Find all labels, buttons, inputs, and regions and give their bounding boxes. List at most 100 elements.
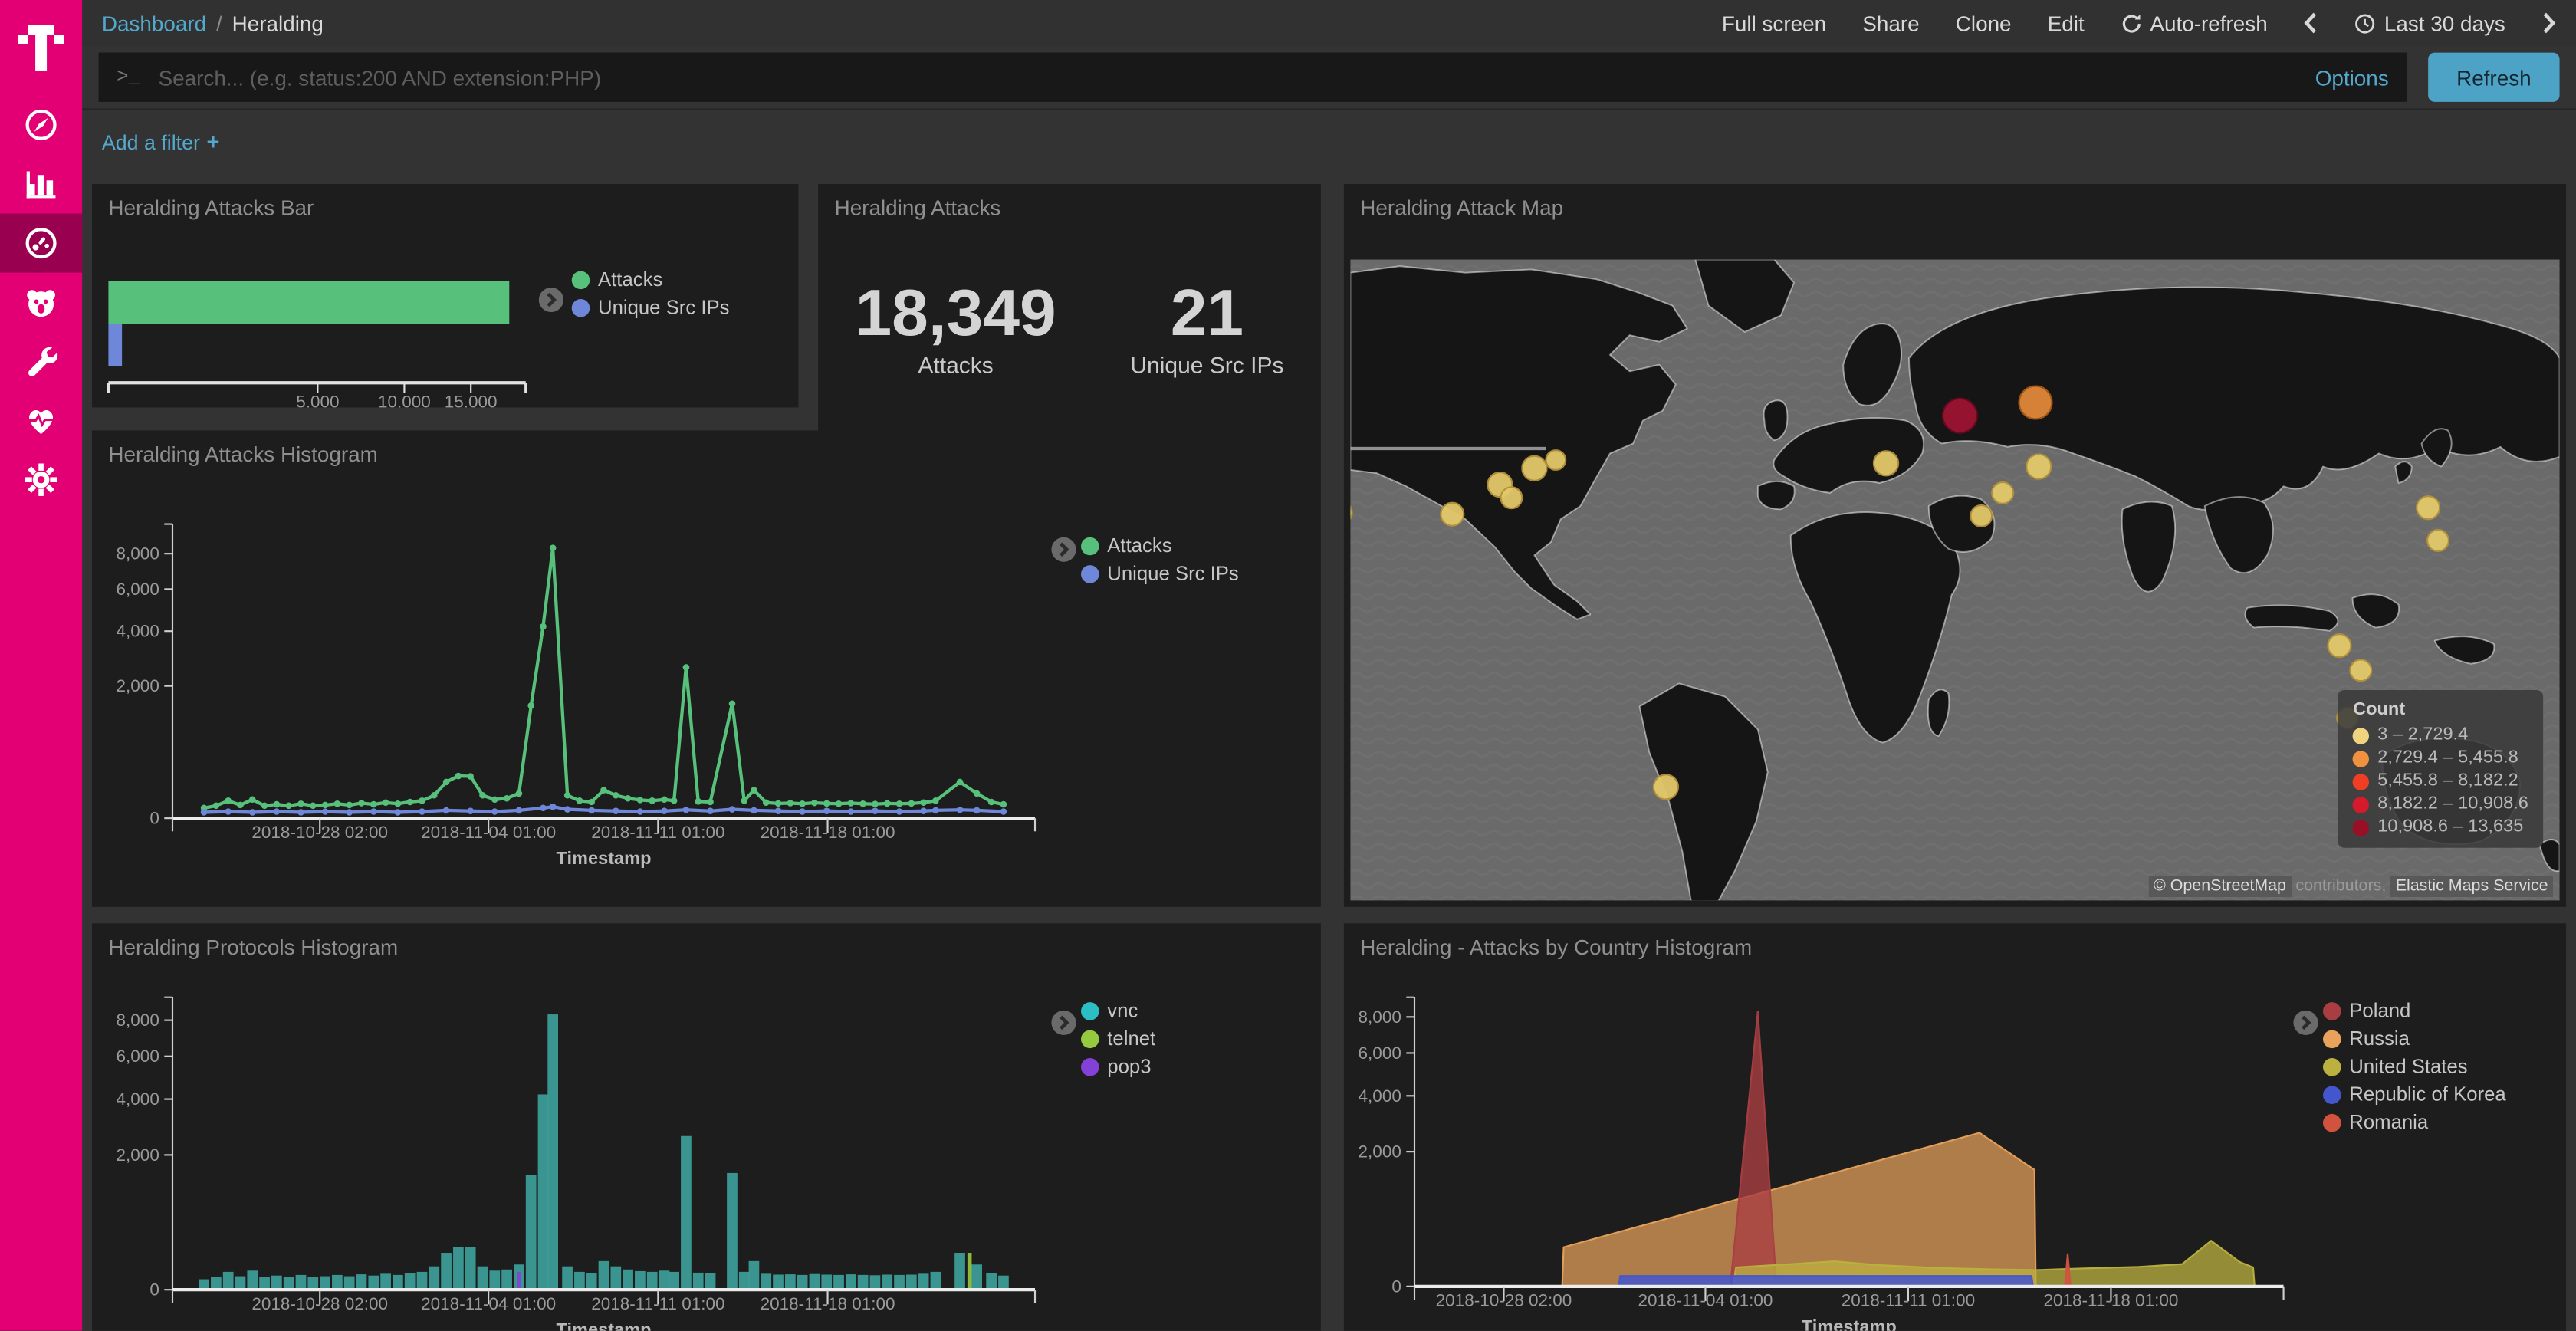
legend-item-attacks[interactable]: Attacks — [1081, 536, 1239, 556]
bar-vnc[interactable] — [986, 1273, 997, 1290]
bar-vnc[interactable] — [368, 1276, 379, 1290]
bar-vnc[interactable] — [429, 1267, 439, 1290]
attack-location-dot[interactable] — [1992, 481, 2015, 504]
sidebar-item-discover[interactable] — [0, 95, 82, 154]
bar-telnet[interactable] — [968, 1253, 972, 1290]
legend-item-poland[interactable]: Poland — [2323, 1001, 2506, 1020]
bar-vnc[interactable] — [489, 1270, 500, 1290]
bar-vnc[interactable] — [623, 1270, 633, 1290]
legend-item-attacks[interactable]: Attacks — [572, 269, 730, 289]
bar-vnc[interactable] — [526, 1175, 537, 1290]
bar-vnc[interactable] — [235, 1277, 246, 1290]
bar-vnc[interactable] — [332, 1275, 343, 1290]
auto-refresh-button[interactable]: Auto-refresh — [2121, 11, 2268, 35]
share-button[interactable]: Share — [1862, 11, 1919, 35]
sidebar-item-bear[interactable] — [0, 273, 82, 332]
search-field[interactable]: >_ Options — [99, 53, 2407, 102]
add-filter-link[interactable]: Add a filter+ — [102, 129, 220, 153]
attacks-histogram-chart[interactable]: 02,0004,0006,0008,0002018-10-28 02:00201… — [92, 430, 1321, 906]
legend-toggle-button[interactable] — [1051, 537, 1076, 562]
bar-vnc[interactable] — [380, 1273, 391, 1290]
protocols-histogram-chart[interactable]: 02,0004,0006,0008,0002018-10-28 02:00201… — [92, 923, 1321, 1330]
attack-location-dot[interactable] — [2350, 659, 2373, 682]
bar-vnc[interactable] — [393, 1275, 403, 1290]
attack-location-dot[interactable] — [1942, 397, 1978, 433]
attack-location-dot[interactable] — [1970, 504, 1993, 527]
bar-vnc[interactable] — [727, 1173, 738, 1290]
sidebar-item-visualize[interactable] — [0, 154, 82, 213]
legend-toggle-button[interactable] — [539, 288, 564, 312]
breadcrumb-dashboard-link[interactable]: Dashboard — [102, 11, 206, 35]
attack-location-dot[interactable] — [2327, 633, 2351, 658]
attack-location-dot[interactable] — [1546, 449, 1567, 471]
bar-vnc[interactable] — [882, 1274, 892, 1290]
bar-vnc[interactable] — [647, 1272, 658, 1290]
t-mobile-logo[interactable] — [0, 0, 82, 95]
legend-item-telnet[interactable]: telnet — [1081, 1028, 1155, 1048]
attribution-link[interactable]: © OpenStreetMap — [2149, 876, 2292, 897]
bar-vnc[interactable] — [761, 1273, 771, 1290]
edit-button[interactable]: Edit — [2048, 11, 2085, 35]
bar-vnc[interactable] — [659, 1270, 670, 1290]
attribution-link[interactable]: Elastic Maps Service — [2390, 876, 2553, 897]
bar-vnc[interactable] — [998, 1276, 1009, 1290]
bar-vnc[interactable] — [211, 1277, 222, 1290]
attack-location-dot[interactable] — [1440, 502, 1464, 527]
legend-item-russia[interactable]: Russia — [2323, 1028, 2506, 1048]
bar-vnc[interactable] — [846, 1274, 856, 1290]
bar-vnc[interactable] — [599, 1261, 610, 1290]
bar-vnc[interactable] — [296, 1275, 307, 1290]
bar-vnc[interactable] — [259, 1277, 270, 1290]
bar-vnc[interactable] — [586, 1273, 597, 1290]
bar-vnc[interactable] — [478, 1267, 488, 1290]
refresh-button[interactable]: Refresh — [2428, 53, 2559, 102]
legend-item-republic-of-korea[interactable]: Republic of Korea — [2323, 1084, 2506, 1104]
sidebar-item-dev-tools[interactable] — [0, 332, 82, 391]
bar-vnc[interactable] — [441, 1253, 452, 1290]
attack-location-dot[interactable] — [1521, 455, 1547, 481]
bar-vnc[interactable] — [821, 1274, 832, 1290]
bar-vnc[interactable] — [858, 1275, 869, 1290]
bar-vnc[interactable] — [574, 1272, 585, 1290]
sidebar-item-monitoring[interactable] — [0, 391, 82, 450]
hbar-attacks[interactable] — [108, 281, 509, 324]
sidebar-item-management[interactable] — [0, 450, 82, 509]
bar-vnc[interactable] — [785, 1274, 796, 1290]
legend-toggle-button[interactable] — [1051, 1011, 1076, 1035]
legend-item-unique-src-ips[interactable]: Unique Src IPs — [572, 297, 730, 317]
bar-vnc[interactable] — [693, 1273, 704, 1290]
time-range-prev-button[interactable] — [2304, 12, 2318, 35]
hbar-unique-src-ips[interactable] — [108, 324, 122, 366]
bar-vnc[interactable] — [562, 1267, 573, 1290]
bar-vnc[interactable] — [955, 1253, 965, 1290]
attack-location-dot[interactable] — [2026, 453, 2052, 479]
attack-location-dot[interactable] — [1653, 773, 1679, 799]
full-screen-button[interactable]: Full screen — [1722, 11, 1826, 35]
bar-vnc[interactable] — [833, 1275, 844, 1290]
bar-vnc[interactable] — [971, 1264, 982, 1290]
bar-vnc[interactable] — [931, 1272, 941, 1290]
bar-vnc[interactable] — [247, 1270, 258, 1290]
bar-vnc[interactable] — [749, 1261, 760, 1290]
legend-item-united-states[interactable]: United States — [2323, 1057, 2506, 1076]
bar-vnc[interactable] — [870, 1275, 881, 1290]
bar-vnc[interactable] — [453, 1247, 464, 1290]
bar-vnc[interactable] — [894, 1275, 905, 1290]
bar-vnc[interactable] — [681, 1136, 692, 1290]
attack-location-dot[interactable] — [1873, 449, 1899, 475]
bar-vnc[interactable] — [669, 1272, 679, 1290]
bar-vnc[interactable] — [918, 1273, 929, 1290]
area-poland[interactable] — [1730, 1011, 1776, 1287]
bar-vnc[interactable] — [356, 1274, 367, 1290]
bar-vnc[interactable] — [797, 1275, 808, 1290]
bar-vnc[interactable] — [501, 1270, 512, 1290]
bar-vnc[interactable] — [405, 1273, 416, 1290]
time-range-next-button[interactable] — [2542, 12, 2556, 35]
bar-pop3[interactable] — [517, 1272, 521, 1290]
sidebar-item-dashboard[interactable] — [0, 214, 82, 273]
bar-vnc[interactable] — [810, 1274, 820, 1290]
search-input[interactable] — [155, 64, 2300, 91]
legend-item-romania[interactable]: Romania — [2323, 1112, 2506, 1132]
time-range-button[interactable]: Last 30 days — [2354, 11, 2505, 35]
clone-button[interactable]: Clone — [1956, 11, 2012, 35]
